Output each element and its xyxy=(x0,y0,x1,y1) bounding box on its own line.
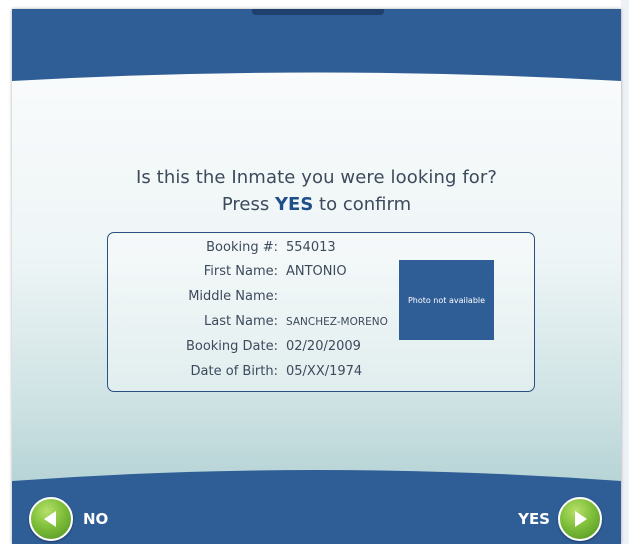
date-of-birth-label: Date of Birth: xyxy=(190,364,278,379)
to-confirm-text: to confirm xyxy=(319,194,412,215)
photo-placeholder: Photo not available xyxy=(399,260,494,340)
date-of-birth-value: 05/XX/1974 xyxy=(286,364,363,379)
window-edge xyxy=(621,0,629,544)
booking-number-label: Booking #: xyxy=(206,240,278,255)
booking-date-label: Booking Date: xyxy=(185,339,278,354)
yes-button-label: YES xyxy=(518,510,550,528)
photo-unavailable-text: Photo not available xyxy=(407,295,486,305)
booking-date-value: 02/20/2009 xyxy=(286,339,361,354)
last-name-label: Last Name: xyxy=(204,314,278,329)
booking-number-value: 554013 xyxy=(286,240,336,255)
confirm-instruction: Press YES to confirm xyxy=(12,194,621,215)
no-button[interactable]: NO xyxy=(29,497,108,541)
inmate-info-card: Booking #: 554013 First Name: ANTONIO Mi… xyxy=(107,232,535,392)
first-name-label: First Name: xyxy=(203,264,278,279)
arrow-right-icon xyxy=(558,497,602,541)
last-name-value: SANCHEZ-MORENO xyxy=(286,316,388,328)
top-tab xyxy=(252,9,384,15)
yes-button[interactable]: YES xyxy=(518,497,602,541)
press-text: Press xyxy=(221,194,270,215)
first-name-value: ANTONIO xyxy=(286,264,347,279)
arrow-left-icon xyxy=(29,497,73,541)
confirm-question: Is this the Inmate you were looking for? xyxy=(135,167,498,188)
yes-emphasis: YES xyxy=(275,194,314,215)
no-button-label: NO xyxy=(83,510,109,528)
kiosk-screen: Is this the Inmate you were looking for?… xyxy=(12,9,621,544)
middle-name-label: Middle Name: xyxy=(188,289,278,304)
